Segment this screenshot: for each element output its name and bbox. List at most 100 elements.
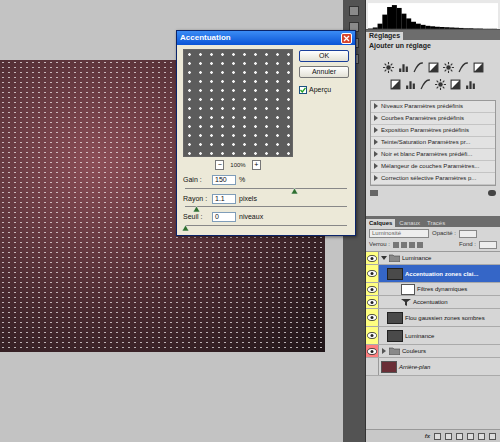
slider-track [185, 188, 347, 189]
slider-thumb-icon[interactable] [193, 206, 200, 212]
lock-icon[interactable] [393, 242, 399, 248]
layer-row[interactable]: Luminance [366, 327, 500, 345]
eye-icon[interactable] [367, 270, 377, 277]
preview-checkbox[interactable]: Aperçu [299, 82, 349, 96]
footer-button-icon[interactable] [445, 433, 452, 440]
expand-arrow-icon[interactable] [373, 115, 379, 121]
adjustment-icon[interactable] [420, 79, 431, 90]
adjustment-icon[interactable] [443, 62, 454, 73]
layer-row[interactable]: Flou gaussien zones sombres [366, 309, 500, 327]
layer-row[interactable]: Luminance [366, 252, 500, 265]
layer-thumbnail[interactable] [381, 361, 397, 373]
field-input[interactable]: 0 [212, 212, 236, 222]
preset-item[interactable]: Correction sélective Paramètres p... [371, 173, 495, 185]
preview-image[interactable] [183, 49, 293, 157]
visibility-cell[interactable] [366, 309, 379, 326]
adjustment-icon[interactable] [428, 62, 439, 73]
adjustment-icon[interactable] [473, 62, 484, 73]
visibility-cell[interactable] [366, 265, 379, 282]
slider[interactable] [185, 186, 347, 194]
blend-mode-select[interactable]: Luminosité [369, 229, 429, 238]
dialog-button[interactable]: OK [299, 50, 349, 62]
expand-arrow-icon[interactable] [373, 127, 379, 133]
eye-icon[interactable] [367, 332, 377, 339]
field-input[interactable]: 1.1 [212, 194, 236, 204]
footer-button-icon[interactable] [478, 433, 485, 440]
dialog-title-bar[interactable]: Accentuation [177, 31, 355, 45]
lock-icon[interactable] [401, 242, 407, 248]
panel-tab[interactable]: Réglages [366, 32, 403, 40]
panel-button-icon[interactable] [370, 190, 378, 196]
adjustment-icon[interactable] [398, 62, 409, 73]
footer-button-icon[interactable] [456, 433, 463, 440]
adjustment-icon[interactable] [413, 62, 424, 73]
adjustment-icon[interactable] [465, 79, 476, 90]
zoom-in-button[interactable]: + [252, 160, 261, 170]
adjustment-icon[interactable] [405, 79, 416, 90]
preset-item[interactable]: Mélangeur de couches Paramètres... [371, 161, 495, 173]
expand-arrow-icon[interactable] [373, 151, 379, 157]
layer-thumbnail[interactable] [387, 330, 403, 342]
layer-name: Accentuation [413, 298, 448, 306]
panel-tab[interactable]: Calques [366, 219, 395, 227]
layer-row[interactable]: Filtres dynamiques [366, 283, 500, 296]
expand-arrow-icon[interactable] [373, 103, 379, 109]
dock-button-icon[interactable] [349, 6, 359, 16]
adjustment-icon[interactable] [458, 62, 469, 73]
layer-thumbnail[interactable] [387, 312, 403, 324]
layer-row[interactable]: Arrière-plan [366, 358, 500, 376]
preset-item[interactable]: Noir et blanc Paramètres prédéfi... [371, 149, 495, 161]
visibility-cell[interactable] [366, 283, 379, 295]
unsharp-mask-dialog[interactable]: Accentuation−100%+OKAnnulerAperçuGain :1… [176, 30, 356, 236]
zoom-out-button[interactable]: − [215, 160, 224, 170]
checkbox-box[interactable] [299, 86, 307, 94]
expand-arrow-icon[interactable] [381, 348, 387, 354]
preset-item[interactable]: Exposition Paramètres prédéfinis [371, 125, 495, 137]
fx-button[interactable]: fx [425, 432, 430, 441]
adjustment-icon[interactable] [390, 79, 401, 90]
layer-row[interactable]: Accentuation [366, 296, 500, 309]
footer-button-icon[interactable] [467, 433, 474, 440]
layer-row[interactable]: Couleurs [366, 345, 500, 358]
preset-item[interactable]: Courbes Paramètres prédéfinis [371, 113, 495, 125]
expand-arrow-icon[interactable] [373, 139, 379, 145]
layer-thumbnail[interactable] [387, 268, 403, 280]
visibility-cell[interactable] [366, 358, 379, 375]
eye-icon[interactable] [367, 255, 377, 262]
footer-button-icon[interactable] [489, 433, 496, 440]
panel-tab[interactable]: Tracés [424, 219, 448, 227]
slider-thumb-icon[interactable] [291, 188, 298, 194]
fill-field[interactable] [479, 241, 497, 249]
slider[interactable] [185, 223, 347, 231]
visibility-cell[interactable] [366, 345, 379, 357]
preset-item[interactable]: Teinte/Saturation Paramètres pr... [371, 137, 495, 149]
layer-row[interactable]: Accentuation zones clai... [366, 265, 500, 283]
lock-icon[interactable] [417, 242, 423, 248]
panel-button-icon[interactable] [488, 190, 496, 196]
expand-arrow-icon[interactable] [373, 175, 379, 181]
filter-icon[interactable] [401, 298, 411, 306]
eye-icon[interactable] [367, 348, 377, 355]
visibility-cell[interactable] [366, 296, 379, 308]
slider[interactable] [185, 204, 347, 212]
eye-icon[interactable] [367, 299, 377, 306]
mask-thumbnail[interactable] [401, 284, 415, 295]
expand-arrow-icon[interactable] [381, 255, 387, 261]
opacity-field[interactable] [459, 230, 477, 238]
slider-thumb-icon[interactable] [182, 225, 189, 231]
adjustment-icon[interactable] [450, 79, 461, 90]
footer-button-icon[interactable] [434, 433, 441, 440]
dialog-button[interactable]: Annuler [299, 66, 349, 78]
adjustment-icon[interactable] [435, 79, 446, 90]
adjustment-icon[interactable] [383, 62, 394, 73]
preset-item[interactable]: Niveaux Paramètres prédéfinis [371, 101, 495, 113]
eye-icon[interactable] [367, 314, 377, 321]
visibility-cell[interactable] [366, 327, 379, 344]
field-input[interactable]: 150 [212, 175, 236, 185]
close-button[interactable] [341, 33, 352, 44]
lock-icon[interactable] [409, 242, 415, 248]
eye-icon[interactable] [367, 286, 377, 293]
panel-tab[interactable]: Canaux [396, 219, 423, 227]
expand-arrow-icon[interactable] [373, 163, 379, 169]
visibility-cell[interactable] [366, 252, 379, 264]
